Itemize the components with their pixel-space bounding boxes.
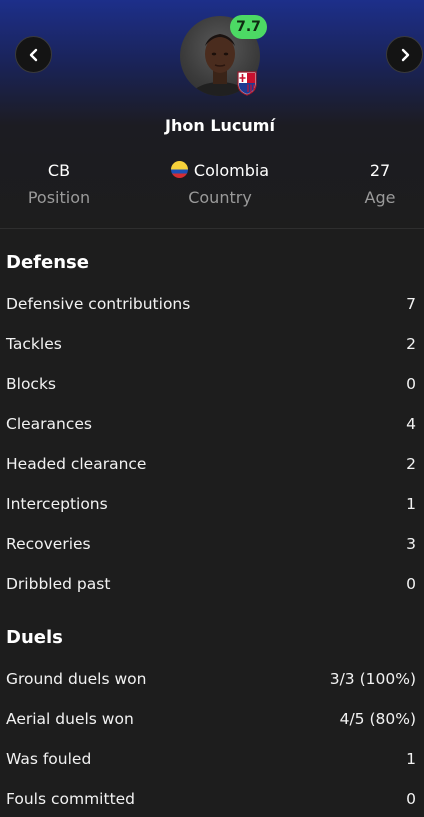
colombia-flag-icon [170, 161, 188, 178]
stat-row: Defensive contributions 7 [6, 295, 416, 317]
stat-label: Headed clearance [6, 455, 147, 473]
stat-row: Headed clearance 2 [6, 455, 416, 477]
chevron-left-icon [29, 48, 37, 61]
stat-value: 2 [406, 455, 416, 473]
stat-row: Fouls committed 0 [6, 790, 416, 812]
stat-label: Clearances [6, 415, 92, 433]
stat-label: Recoveries [6, 535, 91, 553]
stat-value: 0 [406, 790, 416, 808]
previous-player-button[interactable] [15, 36, 52, 73]
player-header: 7.7 Jhon Lucumí CB Position Colombia Cou… [0, 0, 424, 229]
stat-label: Blocks [6, 375, 56, 393]
stat-label: Ground duels won [6, 670, 147, 688]
stat-value: 4/5 (80%) [339, 710, 416, 728]
stat-label: Dribbled past [6, 575, 111, 593]
stat-value: 0 [406, 575, 416, 593]
position-value: CB [47, 161, 71, 180]
country-label: Country [188, 188, 252, 207]
player-name: Jhon Lucumí [165, 116, 275, 135]
stat-row: Aerial duels won 4/5 (80%) [6, 710, 416, 732]
next-player-button[interactable] [386, 36, 423, 73]
stat-label: Interceptions [6, 495, 108, 513]
stat-label: Aerial duels won [6, 710, 134, 728]
defense-section-title: Defense [6, 252, 89, 273]
stat-row: Tackles 2 [6, 335, 416, 357]
player-rating-badge: 7.7 [230, 15, 267, 39]
stat-value: 1 [406, 495, 416, 513]
stat-row: Ground duels won 3/3 (100%) [6, 670, 416, 692]
country-name: Colombia [193, 161, 270, 180]
chevron-right-icon [401, 48, 409, 61]
stat-row: Interceptions 1 [6, 495, 416, 517]
stat-label: Fouls committed [6, 790, 136, 808]
stat-label: Defensive contributions [6, 295, 191, 313]
stat-row: Recoveries 3 [6, 535, 416, 557]
stat-row: Was fouled 1 [6, 750, 416, 772]
stat-row: Dribbled past 0 [6, 575, 416, 597]
stat-value: 3/3 (100%) [329, 670, 416, 688]
stat-value: 2 [406, 335, 416, 353]
bologna-badge-icon [236, 70, 258, 96]
age-label: Age [364, 188, 396, 207]
position-label: Position [27, 188, 91, 207]
stat-value: 0 [406, 375, 416, 393]
stat-label: Was fouled [6, 750, 92, 768]
stat-value: 3 [406, 535, 416, 553]
stat-value: 4 [406, 415, 416, 433]
stat-row: Blocks 0 [6, 375, 416, 397]
stat-value: 1 [406, 750, 416, 768]
stat-row: Clearances 4 [6, 415, 416, 437]
duels-section-title: Duels [6, 627, 63, 648]
country-value: Colombia [160, 161, 280, 180]
age-value: 27 [369, 161, 391, 180]
stat-value: 7 [406, 295, 416, 313]
stat-label: Tackles [6, 335, 62, 353]
